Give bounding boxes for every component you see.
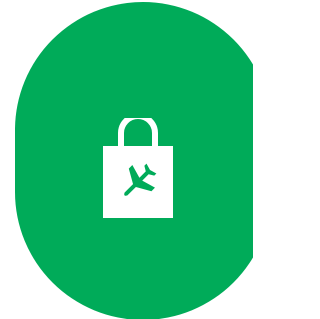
- bag-handle: [118, 118, 158, 151]
- travel-shopping-bag-svg: [103, 118, 173, 218]
- app-icon-stage: [0, 0, 253, 319]
- travel-shopping-bag-icon: [103, 118, 173, 218]
